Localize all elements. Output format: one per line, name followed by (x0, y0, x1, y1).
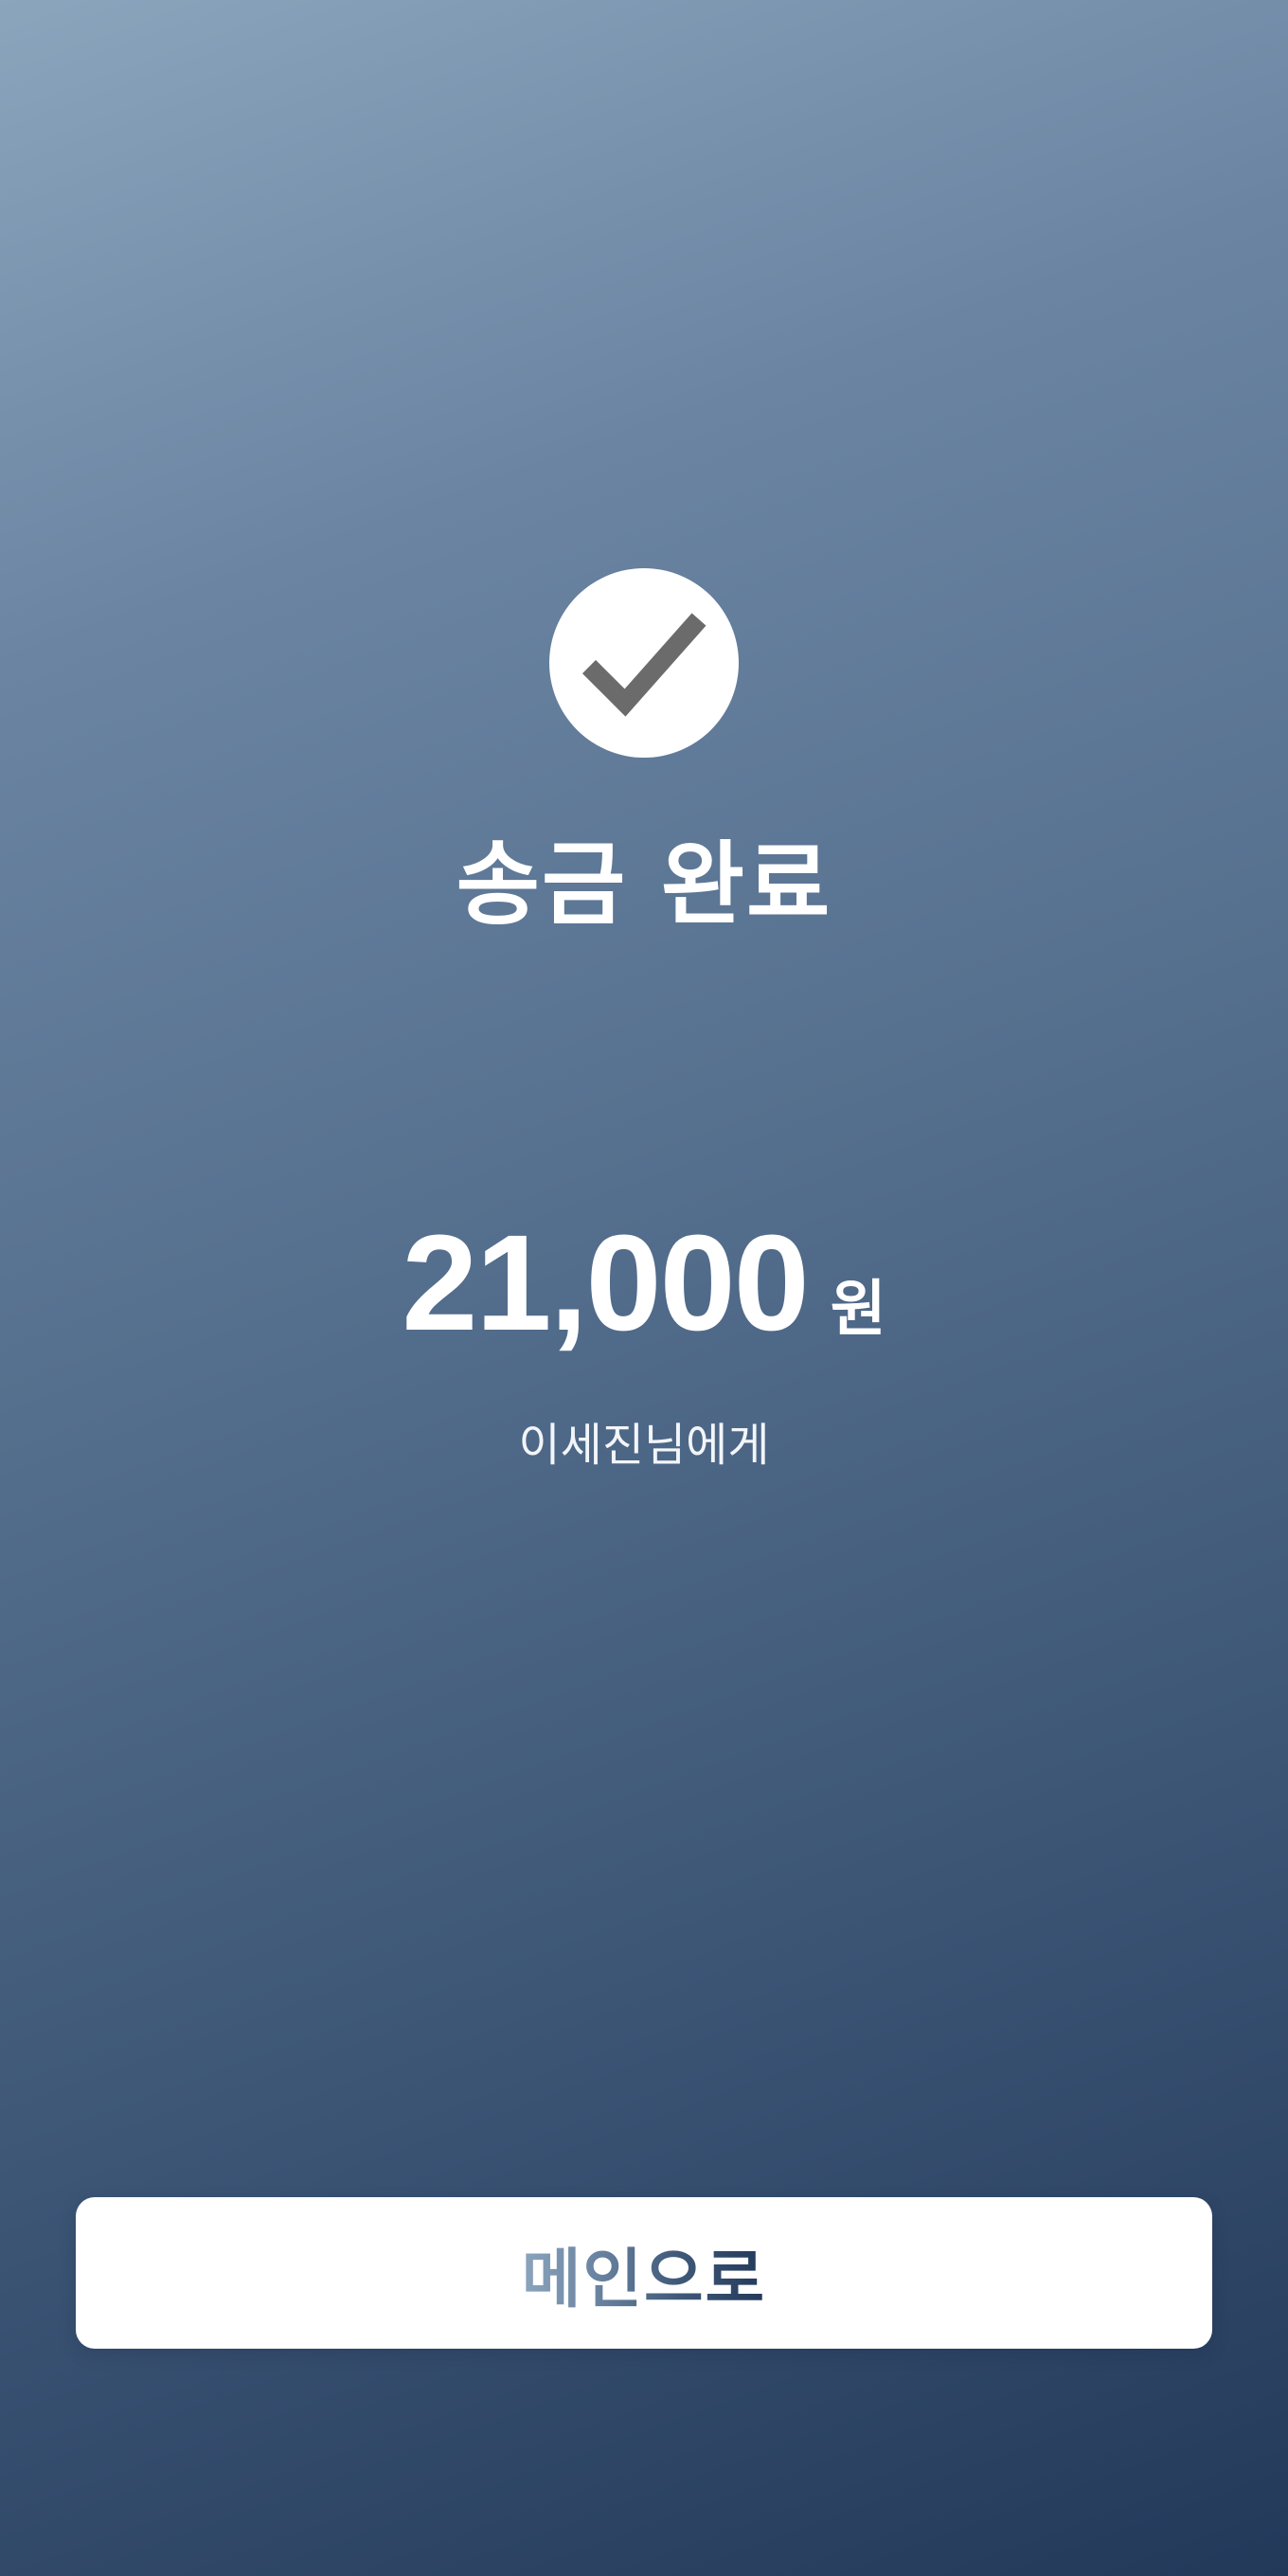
transfer-complete-screen: 송금 완료 21,000 원 이세진님에게 메인으로 (0, 0, 1288, 2576)
check-icon (581, 613, 707, 717)
go-to-main-button[interactable]: 메인으로 (76, 2197, 1212, 2349)
success-badge (549, 568, 739, 758)
transfer-amount: 21,000 원 (0, 1203, 1288, 1364)
recipient-label: 이세진님에게 (518, 1419, 770, 1472)
go-to-main-button-label: 메인으로 (522, 2227, 766, 2320)
currency-unit: 원 (830, 1275, 886, 1345)
page-title: 송금 완료 (456, 832, 832, 938)
amount-value: 21,000 (402, 1207, 809, 1359)
